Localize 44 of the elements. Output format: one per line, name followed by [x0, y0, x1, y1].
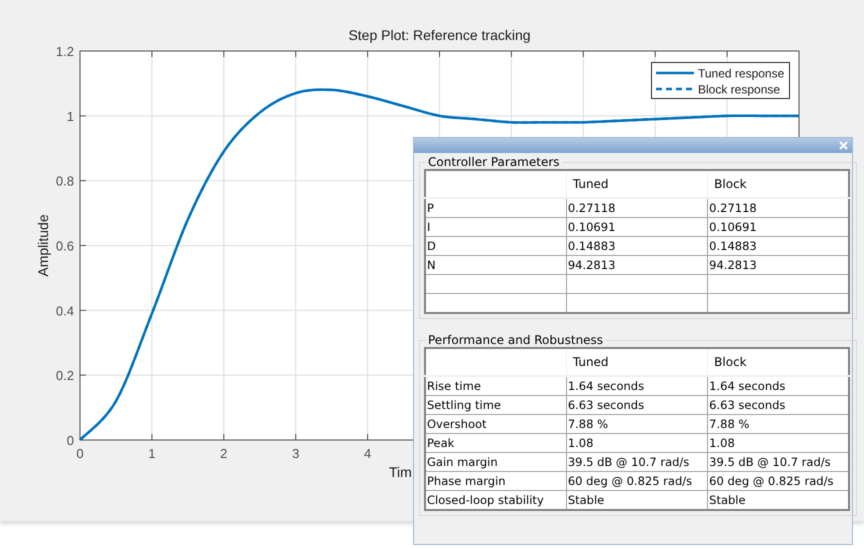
table-cell: 0.10691: [566, 218, 708, 236]
tick-label: 1.2: [56, 44, 74, 59]
table-cell: P: [425, 198, 566, 218]
tick-label: 0.6: [56, 238, 74, 254]
legend-label: Tuned response: [698, 66, 784, 80]
table-cell: D: [425, 236, 566, 256]
table-cell: Gain margin: [425, 452, 566, 472]
group-title: Performance and Robustness: [427, 333, 604, 347]
table-cell: 7.88 %: [566, 414, 708, 434]
table-cell: N: [425, 256, 566, 274]
tick-label: 0.2: [56, 368, 74, 384]
tick-label: 3: [292, 446, 300, 461]
table-cell: 39.5 dB @ 10.7 rad/s: [566, 452, 708, 472]
table-cell: 0.27118: [566, 198, 708, 218]
x-axis-label: Tim: [389, 464, 412, 480]
table-cell: I: [425, 218, 566, 236]
tick-label: 1: [66, 108, 74, 124]
table-cell: 1.64 seconds: [566, 376, 708, 396]
tick-label: 0.8: [56, 174, 74, 189]
table-cell: Phase margin: [425, 472, 566, 490]
table-cell: 0.14883: [566, 236, 708, 256]
y-axis-label: Amplitude: [35, 214, 51, 277]
table-cell: 94.2813: [566, 256, 708, 274]
column-header: Tuned: [566, 170, 708, 198]
table-cell: Closed-loop stability: [425, 490, 566, 510]
tick-label: 0.4: [56, 303, 74, 318]
table-cell: 1.08: [566, 434, 708, 452]
plot-title: Step Plot: Reference tracking: [348, 27, 531, 43]
tick-label: 0: [66, 433, 74, 448]
table-cell: Overshoot: [425, 414, 566, 434]
tick-label: 0: [76, 446, 84, 461]
group-title: Controller Parameters: [427, 155, 561, 169]
table-cell: Peak: [425, 434, 566, 452]
table-cell: 6.63 seconds: [566, 396, 708, 414]
close-icon[interactable]: [839, 141, 848, 150]
tick-label: 2: [220, 446, 228, 461]
table-cell: 60 deg @ 0.825 rad/s: [566, 472, 708, 490]
table-cell: Stable: [566, 490, 708, 510]
table-cell: Settling time: [425, 396, 566, 414]
tick-label: 4: [364, 446, 372, 461]
column-header: Tuned: [566, 348, 708, 376]
legend-label: Block response: [698, 82, 780, 96]
tick-label: 1: [148, 446, 156, 461]
table-cell: Rise time: [425, 376, 566, 396]
